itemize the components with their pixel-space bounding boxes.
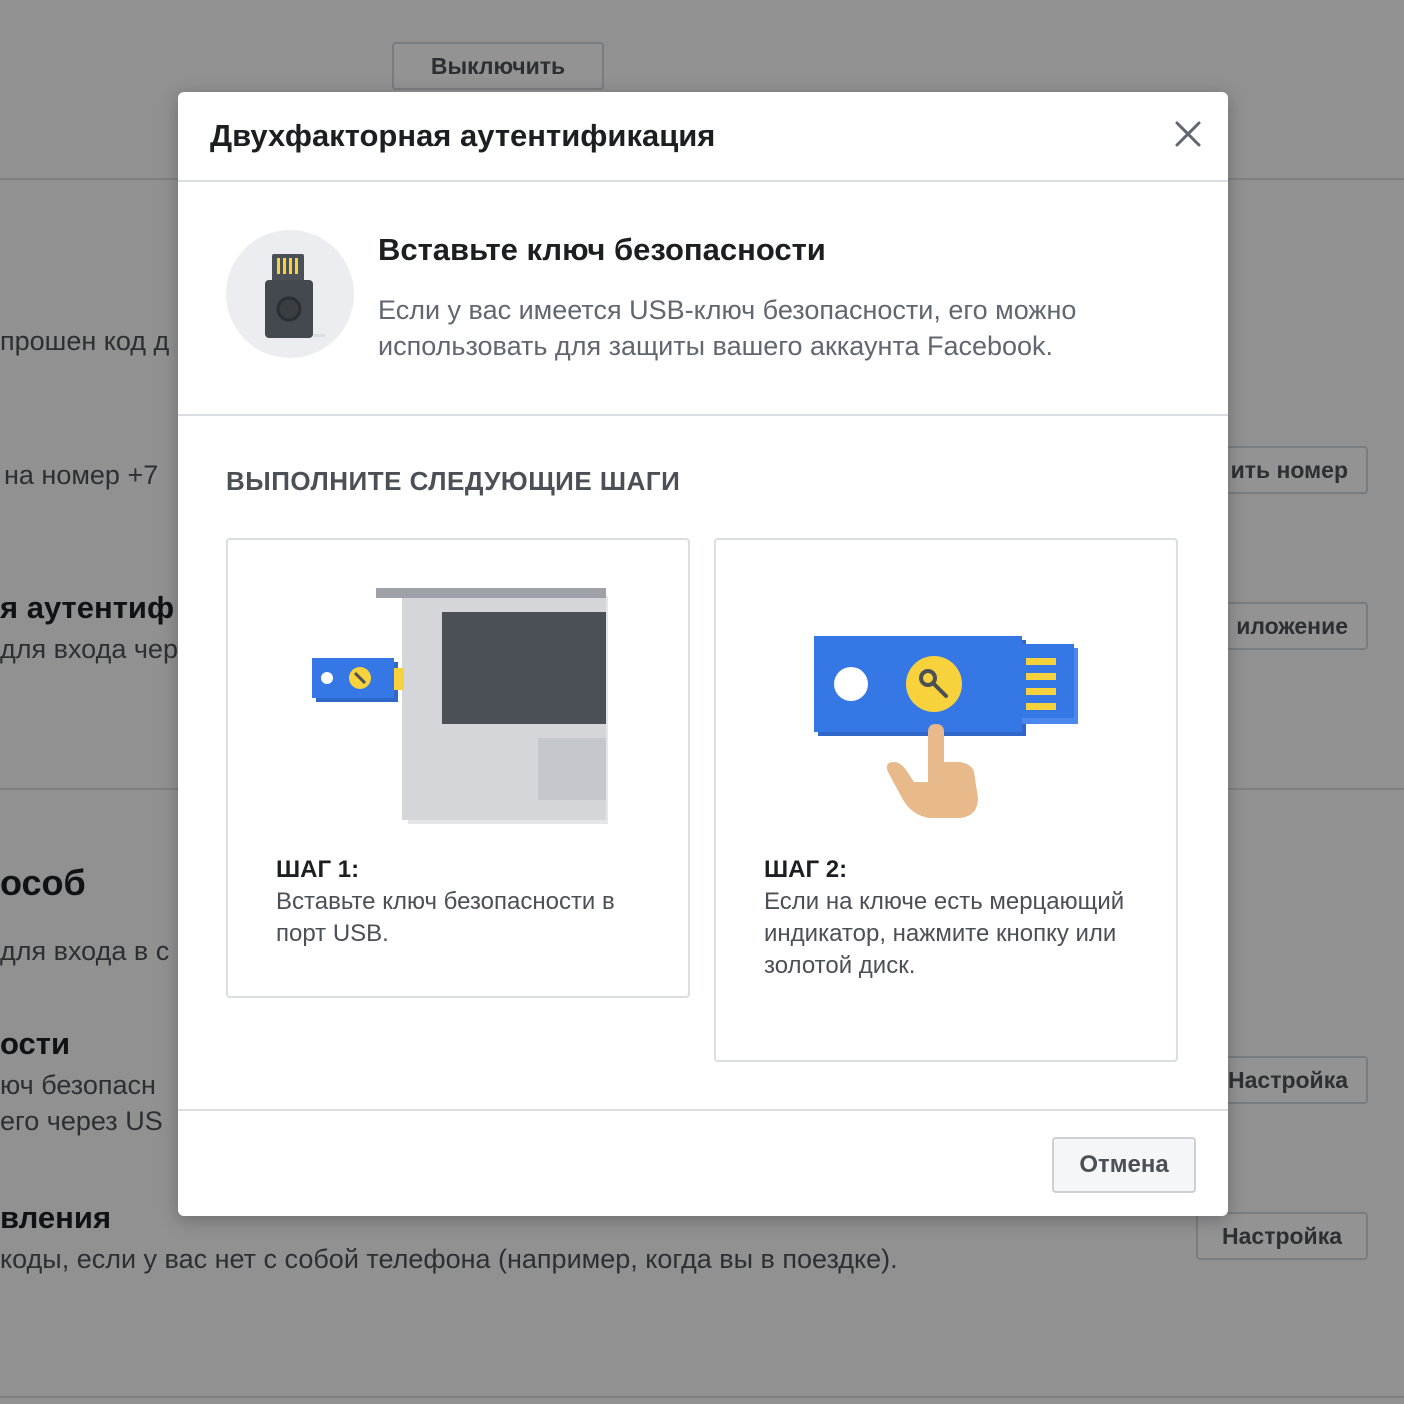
intro-section: Вставьте ключ безопасности Если у вас им… (178, 182, 1228, 416)
press-key-illustration (716, 540, 1176, 850)
step-label: ШАГ 2: (764, 856, 848, 883)
two-factor-dialog: Двухфакторная аутентификация Вставьте кл… (178, 92, 1228, 1216)
steps-heading: ВЫПОЛНИТЕ СЛЕДУЮЩИЕ ШАГИ (226, 466, 681, 496)
dialog-header: Двухфакторная аутентификация (178, 92, 1228, 182)
step-text: Вставьте ключ безопасности в порт USB. (276, 888, 615, 947)
laptop-usb-illustration (228, 540, 688, 850)
step-card-1: ШАГ 1: Вставьте ключ безопасности в порт… (226, 538, 690, 998)
usb-security-key-icon (226, 230, 354, 358)
intro-description: Если у вас имеется USB-ключ безопасности… (378, 295, 1077, 361)
step-label: ШАГ 1: (276, 856, 360, 883)
cancel-button[interactable]: Отмена (1052, 1137, 1196, 1193)
close-button[interactable] (1168, 114, 1208, 154)
close-icon (1175, 121, 1201, 147)
dialog-title: Двухфакторная аутентификация (210, 118, 716, 153)
dialog-footer: Отмена (178, 1109, 1228, 1216)
intro-title: Вставьте ключ безопасности (378, 232, 826, 267)
step-card-2: ШАГ 2: Если на ключе есть мерцающий инди… (714, 538, 1178, 1062)
step-text: Если на ключе есть мерцающий индикатор, … (764, 888, 1125, 979)
